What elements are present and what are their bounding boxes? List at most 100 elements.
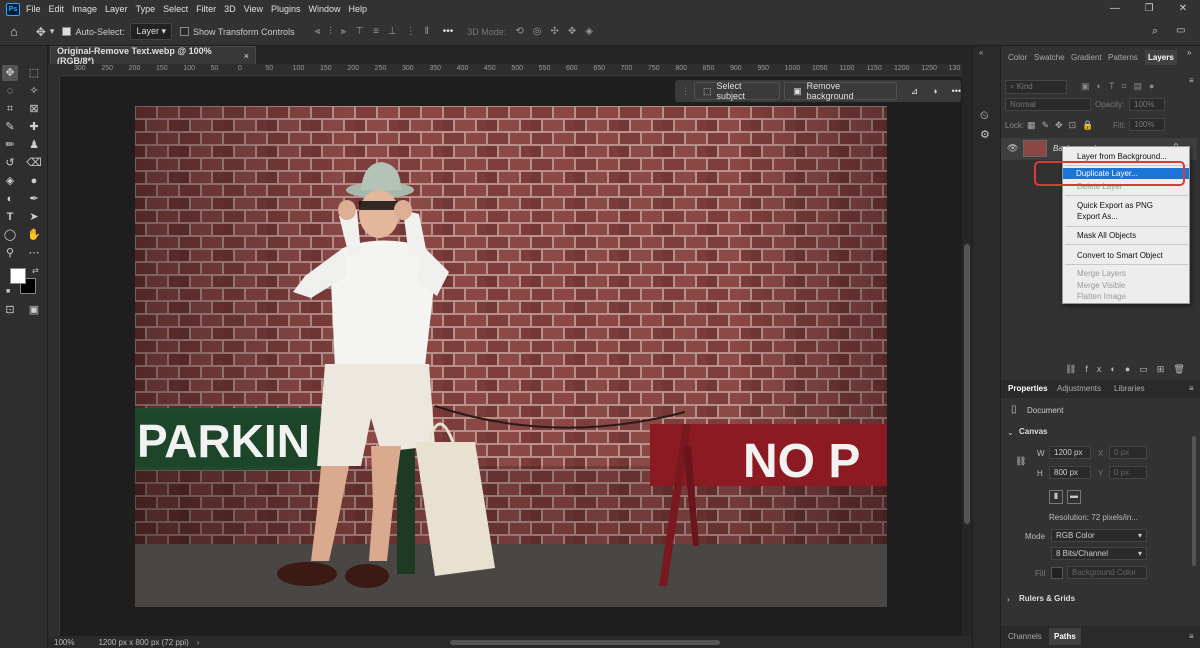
align-right-icon[interactable]: ⫸	[341, 26, 347, 37]
adjust-icon[interactable]: ◑	[932, 86, 937, 96]
tab-paths[interactable]: Paths	[1049, 628, 1081, 645]
tab-swatches[interactable]: Swatche	[1034, 53, 1065, 62]
menu-type[interactable]: Type	[136, 4, 156, 14]
menu-image[interactable]: Image	[72, 4, 97, 14]
marquee-tool-icon[interactable]: ⬚	[26, 65, 42, 81]
height-field[interactable]: 800 px	[1049, 466, 1091, 479]
bit-depth-select[interactable]: 8 Bits/Channel ▾	[1051, 547, 1147, 560]
eyedropper-icon[interactable]: ✎	[2, 119, 18, 135]
show-transform-checkbox[interactable]: Show Transform Controls	[180, 27, 295, 37]
type-tool-icon[interactable]: T	[2, 209, 18, 225]
align-top-icon[interactable]: ⊤	[355, 26, 364, 37]
properties-scrollbar[interactable]	[1192, 436, 1196, 566]
taskbar-more-icon[interactable]: •••	[952, 86, 961, 96]
auto-select-checkbox[interactable]: Auto-Select:	[62, 27, 124, 37]
layers-footer-icons[interactable]: ⛓fx◐●▭⊞🗑	[1065, 364, 1194, 375]
visibility-eye-icon[interactable]: 👁	[1007, 143, 1018, 154]
tab-adjustments[interactable]: Adjustments	[1057, 384, 1101, 393]
paths-menu-icon[interactable]: ≡	[1189, 632, 1194, 641]
screen-mode-icon[interactable]: ▣	[26, 302, 42, 318]
path-selection-icon[interactable]: ➤	[26, 209, 42, 225]
workspace-icon[interactable]: ▭	[1176, 25, 1185, 36]
opacity-field[interactable]: 100%	[1129, 98, 1165, 111]
lock-icons[interactable]: ▦✎✥⊡🔒	[1027, 120, 1099, 131]
hand-tool-icon[interactable]: ✋	[26, 227, 42, 243]
foreground-color-swatch[interactable]	[10, 268, 26, 284]
3d-roll-icon[interactable]: ◎	[533, 26, 542, 37]
menu-help[interactable]: Help	[349, 4, 368, 14]
menu-item-convert-smart-object[interactable]: Convert to Smart Object	[1077, 251, 1163, 260]
tab-properties[interactable]: Properties	[1008, 384, 1048, 393]
swap-colors-icon[interactable]: ⇄	[32, 266, 39, 275]
menu-item-export-as[interactable]: Export As...	[1077, 212, 1118, 221]
pen-tool-icon[interactable]: ✒	[26, 191, 42, 207]
auto-select-dropdown[interactable]: Layer ▾	[130, 23, 173, 40]
3d-slide-icon[interactable]: ✥	[568, 26, 576, 37]
rulers-chevron-icon[interactable]: ›	[1007, 595, 1010, 604]
move-tool-icon[interactable]: ✥	[36, 25, 46, 39]
panel-menu-icon[interactable]: ≡	[1189, 76, 1194, 85]
fill-field[interactable]: 100%	[1129, 118, 1165, 131]
chevron-down-icon[interactable]: ▾	[50, 26, 55, 37]
distribute-h-icon[interactable]: ‖	[425, 26, 429, 37]
quick-mask-icon[interactable]: ⊡	[2, 302, 18, 318]
fill-swatch[interactable]	[1051, 567, 1063, 579]
landscape-orientation-icon[interactable]: ▬	[1067, 490, 1081, 504]
y-field[interactable]: 0 px	[1109, 466, 1147, 479]
default-colors-icon[interactable]: ■	[6, 288, 10, 295]
transform-icon[interactable]: ⊿	[911, 86, 919, 97]
frame-tool-icon[interactable]: ⊠	[26, 101, 42, 117]
menu-filter[interactable]: Filter	[196, 4, 216, 14]
document-image[interactable]: PARKIN NO P	[135, 106, 887, 607]
filter-icons[interactable]: ▣◐T⌗▤●	[1081, 81, 1161, 92]
menu-select[interactable]: Select	[163, 4, 188, 14]
color-mode-select[interactable]: RGB Color ▾	[1051, 529, 1147, 542]
history-panel-icon[interactable]: ⏲	[980, 110, 989, 123]
menu-window[interactable]: Window	[309, 4, 341, 14]
more-tools-icon[interactable]: ⋯	[26, 245, 42, 261]
status-menu-arrow-icon[interactable]: ›	[197, 638, 200, 647]
menu-item-quick-export-png[interactable]: Quick Export as PNG	[1077, 201, 1153, 210]
menu-plugins[interactable]: Plugins	[271, 4, 301, 14]
3d-scale-icon[interactable]: ◈	[585, 26, 593, 37]
history-brush-icon[interactable]: ↺	[2, 155, 18, 171]
healing-brush-icon[interactable]: ✚	[26, 119, 42, 135]
horizontal-scroll-thumb[interactable]	[450, 640, 720, 645]
close-window-icon[interactable]: ✕	[1166, 0, 1200, 18]
shape-tool-icon[interactable]: ◯	[2, 227, 18, 243]
tab-color[interactable]: Color	[1008, 53, 1027, 62]
3d-rotate-icon[interactable]: ⟲	[515, 26, 523, 37]
properties-menu-icon[interactable]: ≡	[1189, 384, 1194, 393]
select-subject-button[interactable]: ⬚ Select subject	[694, 81, 781, 101]
more-options-icon[interactable]: •••	[443, 26, 454, 37]
stamp-tool-icon[interactable]: ♟	[26, 137, 42, 153]
link-dimensions-icon[interactable]: ⛓	[1015, 456, 1026, 467]
portrait-orientation-icon[interactable]: ▮	[1049, 490, 1063, 504]
magic-wand-icon[interactable]: ✧	[26, 83, 42, 99]
blend-mode-select[interactable]: Normal	[1005, 98, 1091, 111]
align-center-icon[interactable]: ⫶	[329, 26, 332, 37]
layer-filter-kind[interactable]: ⌕ Kind	[1005, 80, 1067, 94]
minimize-icon[interactable]: —	[1098, 0, 1132, 18]
lasso-tool-icon[interactable]: ◌	[2, 83, 18, 99]
home-icon[interactable]: ⌂	[10, 24, 18, 39]
vertical-scroll-thumb[interactable]	[964, 244, 970, 524]
remove-background-button[interactable]: ▣ Remove background	[784, 81, 897, 101]
rulers-grids-label[interactable]: Rulers & Grids	[1019, 594, 1075, 603]
tab-channels[interactable]: Channels	[1008, 632, 1042, 641]
brush-tool-icon[interactable]: ✏	[2, 137, 18, 153]
blur-tool-icon[interactable]: ●	[26, 173, 42, 189]
search-icon[interactable]: ⌕	[1152, 25, 1158, 38]
zoom-tool-icon[interactable]: ⚲	[2, 245, 18, 261]
properties-panel-icon[interactable]: ⚙	[980, 128, 990, 141]
menu-view[interactable]: View	[244, 4, 263, 14]
drag-handle-icon[interactable]: ⋮	[681, 86, 690, 97]
move-tool-icon[interactable]: ✥	[2, 65, 18, 81]
menu-layer[interactable]: Layer	[105, 4, 128, 14]
3d-pan-icon[interactable]: ✣	[550, 26, 558, 37]
paint-bucket-icon[interactable]: ◈	[2, 173, 18, 189]
menu-edit[interactable]: Edit	[49, 4, 65, 14]
menu-3d[interactable]: 3D	[224, 4, 236, 14]
canvas-chevron-icon[interactable]: ⌄	[1007, 428, 1014, 437]
align-middle-icon[interactable]: ≡	[373, 26, 379, 37]
